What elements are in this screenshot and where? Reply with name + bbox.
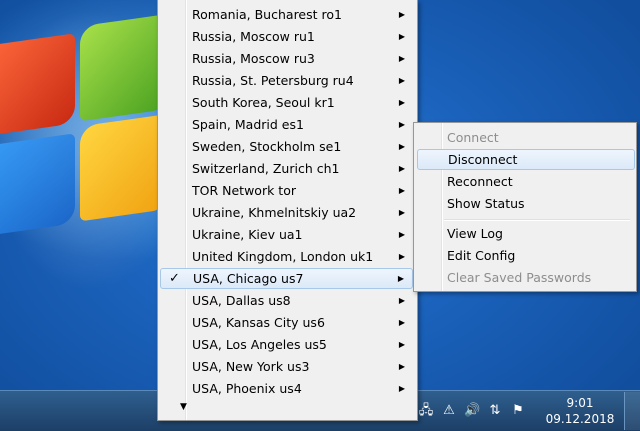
view-log-label: View Log xyxy=(447,226,503,241)
submenu-arrow-icon: ▶ xyxy=(398,384,405,393)
menu-item-label: Ukraine, Kiev ua1 xyxy=(192,227,303,242)
submenu-arrow-icon: ▶ xyxy=(398,208,405,217)
menu-item-label: USA, Phoenix us4 xyxy=(192,381,302,396)
menu-item-ru3[interactable]: Russia, Moscow ru3 ▶ xyxy=(160,48,413,69)
menu-item-label: Ukraine, Khmelnitskiy ua2 xyxy=(192,205,357,220)
menu-item-label: USA, New York us3 xyxy=(192,359,310,374)
menu-item-us6[interactable]: USA, Kansas City us6 ▶ xyxy=(160,312,413,333)
checkmark-icon: ✓ xyxy=(169,271,180,286)
action-center-icon[interactable]: ⚑ xyxy=(510,403,526,419)
scroll-down-arrow-icon[interactable]: ▼ xyxy=(180,402,187,412)
menu-item-ru4[interactable]: Russia, St. Petersburg ru4 ▶ xyxy=(160,70,413,91)
submenu-arrow-icon: ▶ xyxy=(398,186,405,195)
menu-item-label: Switzerland, Zurich ch1 xyxy=(192,161,340,176)
menu-item-es1[interactable]: Spain, Madrid es1 ▶ xyxy=(160,114,413,135)
menu-item-label: USA, Chicago us7 xyxy=(193,271,304,286)
system-tray: 🖧 ⚠ 🔊 ⇅ ⚑ xyxy=(418,403,526,419)
menu-item-label: USA, Dallas us8 xyxy=(192,293,291,308)
menu-item-uk1[interactable]: United Kingdom, London uk1 ▶ xyxy=(160,246,413,267)
menu-item-label: Russia, Moscow ru1 xyxy=(192,29,315,44)
edit-config-menu-item[interactable]: Edit Config xyxy=(417,245,631,266)
submenu-arrow-icon: ▶ xyxy=(398,296,405,305)
flag-warning-icon[interactable]: ⚠ xyxy=(441,403,457,419)
menu-item-label: Romania, Bucharest ro1 xyxy=(192,7,342,22)
submenu-arrow-icon: ▶ xyxy=(398,120,405,129)
menu-item-us8[interactable]: USA, Dallas us8 ▶ xyxy=(160,290,413,311)
menu-item-label: USA, Kansas City us6 xyxy=(192,315,325,330)
menu-item-tor[interactable]: TOR Network tor ▶ xyxy=(160,180,413,201)
openvpn-icon[interactable]: ⇅ xyxy=(487,403,503,419)
clock-time: 9:01 xyxy=(566,396,594,410)
menu-separator xyxy=(444,219,630,221)
menu-item-label: United Kingdom, London uk1 xyxy=(192,249,374,264)
view-log-menu-item[interactable]: View Log xyxy=(417,223,631,244)
submenu-arrow-icon: ▶ xyxy=(398,10,405,19)
windows-logo-blue-pane xyxy=(0,133,75,237)
menu-item-label: Russia, Moscow ru3 xyxy=(192,51,315,66)
submenu-arrow-icon: ▶ xyxy=(398,76,405,85)
network-icon[interactable]: 🖧 xyxy=(418,403,434,419)
menu-item-label: USA, Los Angeles us5 xyxy=(192,337,327,352)
menu-item-kr1[interactable]: South Korea, Seoul kr1 ▶ xyxy=(160,92,413,113)
menu-item-ua2[interactable]: Ukraine, Khmelnitskiy ua2 ▶ xyxy=(160,202,413,223)
disconnect-menu-item[interactable]: Disconnect xyxy=(417,149,635,170)
submenu-arrow-icon: ▶ xyxy=(398,98,405,107)
submenu-arrow-icon: ▶ xyxy=(398,340,405,349)
menu-item-us5[interactable]: USA, Los Angeles us5 ▶ xyxy=(160,334,413,355)
submenu-arrow-icon: ▶ xyxy=(398,142,405,151)
submenu-arrow-icon: ▶ xyxy=(398,252,405,261)
connect-menu-item[interactable]: Connect xyxy=(417,127,631,148)
clear-saved-passwords-label: Clear Saved Passwords xyxy=(447,270,592,285)
menu-item-label: Russia, St. Petersburg ru4 xyxy=(192,73,354,88)
submenu-arrow-icon: ▶ xyxy=(398,54,405,63)
speaker-icon[interactable]: 🔊 xyxy=(464,403,480,419)
menu-item-us3[interactable]: USA, New York us3 ▶ xyxy=(160,356,413,377)
disconnect-label: Disconnect xyxy=(448,152,518,167)
show-status-label: Show Status xyxy=(447,196,525,211)
menu-item-ua1[interactable]: Ukraine, Kiev ua1 ▶ xyxy=(160,224,413,245)
menu-item-ro1[interactable]: Romania, Bucharest ro1 ▶ xyxy=(160,4,413,25)
menu-item-ru1[interactable]: Russia, Moscow ru1 ▶ xyxy=(160,26,413,47)
server-menu: Romania, Bucharest ro1 ▶ Russia, Moscow r… xyxy=(157,0,418,421)
connect-label: Connect xyxy=(447,130,499,145)
menu-item-label: Spain, Madrid es1 xyxy=(192,117,304,132)
reconnect-label: Reconnect xyxy=(447,174,513,189)
menu-item-se1[interactable]: Sweden, Stockholm se1 ▶ xyxy=(160,136,413,157)
menu-item-ch1[interactable]: Switzerland, Zurich ch1 ▶ xyxy=(160,158,413,179)
submenu-arrow-icon: ▶ xyxy=(398,318,405,327)
menu-item-us4[interactable]: USA, Phoenix us4 ▶ xyxy=(160,378,413,399)
menu-item-label: South Korea, Seoul kr1 xyxy=(192,95,335,110)
menu-item-label: TOR Network tor xyxy=(192,183,296,198)
menu-item-label: Sweden, Stockholm se1 xyxy=(192,139,342,154)
windows-logo-red-pane xyxy=(0,33,75,137)
submenu-arrow-icon: ▶ xyxy=(398,164,405,173)
edit-config-label: Edit Config xyxy=(447,248,516,263)
clear-saved-passwords-menu-item[interactable]: Clear Saved Passwords xyxy=(417,267,631,288)
clock-date: 09.12.2018 xyxy=(545,412,615,426)
show-status-menu-item[interactable]: Show Status xyxy=(417,193,631,214)
submenu-arrow-icon: ▶ xyxy=(397,274,404,283)
menu-item-us7-selected[interactable]: ✓ USA, Chicago us7 ▶ xyxy=(160,268,413,289)
reconnect-menu-item[interactable]: Reconnect xyxy=(417,171,631,192)
connection-submenu: Connect Disconnect Reconnect Show Status… xyxy=(413,122,637,292)
submenu-arrow-icon: ▶ xyxy=(398,230,405,239)
tray-clock[interactable]: 9:01 09.12.2018 xyxy=(540,395,620,427)
submenu-arrow-icon: ▶ xyxy=(398,32,405,41)
submenu-arrow-icon: ▶ xyxy=(398,362,405,371)
show-desktop-button[interactable] xyxy=(624,392,640,430)
